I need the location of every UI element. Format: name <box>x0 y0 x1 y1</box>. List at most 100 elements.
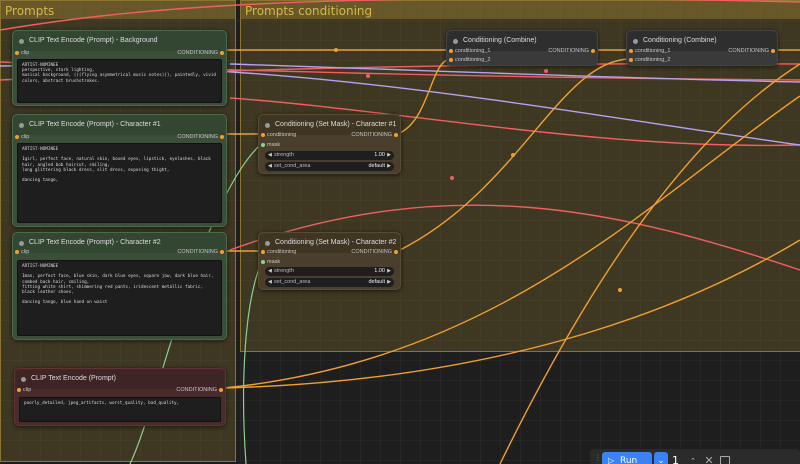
decrement-arrow-icon[interactable]: ◀ <box>268 151 272 160</box>
conditioning-output-label: CONDITIONING <box>177 134 218 140</box>
conditioning-output-pin[interactable] <box>771 49 775 53</box>
collapse-dot-icon[interactable] <box>265 123 270 128</box>
mask-wire <box>242 260 263 464</box>
conditioning-2-label: conditioning_2 <box>635 57 671 63</box>
mask-input-label: mask <box>267 259 281 265</box>
conditioning-output-pin[interactable] <box>220 135 224 139</box>
collapse-dot-icon[interactable] <box>633 39 638 44</box>
conditioning-1-input-pin[interactable] <box>449 49 453 53</box>
clip-input-pin[interactable] <box>15 51 19 55</box>
run-mode-dropdown[interactable]: ⌄ <box>654 452 668 464</box>
set-cond-area-label: set_cond_area <box>274 163 311 169</box>
reroute-dot <box>618 288 622 292</box>
stop-icon[interactable] <box>720 456 730 464</box>
reroute-dot <box>511 153 515 157</box>
node-clip-encode-character-1[interactable]: CLIP Text Encode (Prompt) - Character #1… <box>12 114 227 227</box>
set-cond-area-combo[interactable]: ◀ set_cond_area default ▶ <box>265 162 394 171</box>
node-set-mask-character-2[interactable]: Conditioning (Set Mask) - Character #2 c… <box>258 232 401 290</box>
next-arrow-icon[interactable]: ▶ <box>387 162 391 171</box>
run-button[interactable]: ▷ Run <box>602 452 652 464</box>
conditioning-output-pin[interactable] <box>394 133 398 137</box>
collapse-dot-icon[interactable] <box>19 39 24 44</box>
clip-input-label: clip <box>21 249 30 255</box>
strength-value: 1.00 <box>374 152 385 158</box>
node-canvas[interactable]: Prompts Prompts conditioning CLIP Text E… <box>0 0 800 464</box>
slot-row: clip CONDITIONING <box>13 132 226 142</box>
batch-stepper-icon[interactable]: ⌃ <box>690 452 700 464</box>
node-title: Conditioning (Combine) <box>643 37 717 44</box>
conditioning-output-pin[interactable] <box>220 51 224 55</box>
close-icon[interactable]: ✕ <box>702 452 716 464</box>
strength-label: strength <box>274 152 294 158</box>
clip-input-pin[interactable] <box>15 250 19 254</box>
node-title: CLIP Text Encode (Prompt) - Background <box>29 37 158 44</box>
slot-row: clip CONDITIONING <box>15 385 225 395</box>
clip-wire <box>0 0 800 31</box>
conditioning-output-label: CONDITIONING <box>177 50 218 56</box>
conditioning-output-pin[interactable] <box>394 250 398 254</box>
collapse-dot-icon[interactable] <box>453 39 458 44</box>
slot-row: mask <box>259 257 400 267</box>
collapse-dot-icon[interactable] <box>19 241 24 246</box>
set-cond-area-value: default <box>368 279 385 285</box>
conditioning-input-pin[interactable] <box>261 133 265 137</box>
conditioning-input-label: conditioning <box>267 249 297 255</box>
node-clip-encode-negative[interactable]: CLIP Text Encode (Prompt) clip CONDITION… <box>14 368 226 426</box>
collapse-dot-icon[interactable] <box>19 123 24 128</box>
prompt-textarea[interactable]: ARTIST-NOMINEE perspective, stark lighti… <box>17 59 222 103</box>
reroute-dot <box>450 176 454 180</box>
clip-input-pin[interactable] <box>15 135 19 139</box>
reroute-dot <box>544 69 548 73</box>
slot-row: conditioning CONDITIONING <box>259 130 400 140</box>
strength-widget[interactable]: ◀ strength 1.00 ▶ <box>265 151 394 160</box>
conditioning-output-pin[interactable] <box>220 250 224 254</box>
play-icon: ▷ <box>608 456 615 464</box>
node-conditioning-combine-1[interactable]: Conditioning (Combine) conditioning_1 CO… <box>446 30 598 66</box>
collapse-dot-icon[interactable] <box>21 377 26 382</box>
collapse-dot-icon[interactable] <box>265 241 270 246</box>
mask-input-pin[interactable] <box>261 143 265 147</box>
node-title: Conditioning (Set Mask) - Character #1 <box>275 121 397 128</box>
slot-row: clip CONDITIONING <box>13 247 226 257</box>
run-toolbar: ⋮⋮ ▷ Run ⌄ 1 ⌃ ✕ <box>590 449 800 464</box>
set-cond-area-label: set_cond_area <box>274 279 311 285</box>
clip-input-pin[interactable] <box>17 388 21 392</box>
conditioning-2-label: conditioning_2 <box>455 57 491 63</box>
conditioning-output-label: CONDITIONING <box>177 249 218 255</box>
slot-row: mask <box>259 140 400 150</box>
node-clip-encode-background[interactable]: CLIP Text Encode (Prompt) - Background c… <box>12 30 227 106</box>
node-title: CLIP Text Encode (Prompt) <box>31 375 116 382</box>
increment-arrow-icon[interactable]: ▶ <box>387 267 391 276</box>
strength-value: 1.00 <box>374 268 385 274</box>
decrement-arrow-icon[interactable]: ◀ <box>268 267 272 276</box>
prev-arrow-icon[interactable]: ◀ <box>268 278 272 287</box>
set-cond-area-combo[interactable]: ◀ set_cond_area default ▶ <box>265 278 394 287</box>
mask-input-pin[interactable] <box>261 260 265 264</box>
node-title: Conditioning (Set Mask) - Character #2 <box>275 239 397 246</box>
conditioning-2-input-pin[interactable] <box>449 58 453 62</box>
conditioning-1-input-pin[interactable] <box>629 49 633 53</box>
run-label: Run <box>620 456 638 464</box>
conditioning-output-pin[interactable] <box>219 388 223 392</box>
conditioning-input-pin[interactable] <box>261 250 265 254</box>
strength-widget[interactable]: ◀ strength 1.00 ▶ <box>265 267 394 276</box>
prompt-textarea[interactable]: poorly_detailed, jpeg_artifacts, worst_q… <box>19 397 221 422</box>
node-set-mask-character-1[interactable]: Conditioning (Set Mask) - Character #1 c… <box>258 114 401 174</box>
node-clip-encode-character-2[interactable]: CLIP Text Encode (Prompt) - Character #2… <box>12 232 227 340</box>
conditioning-output-pin[interactable] <box>591 49 595 53</box>
prev-arrow-icon[interactable]: ◀ <box>268 162 272 171</box>
slot-row: conditioning_2 <box>627 55 777 65</box>
strength-label: strength <box>274 268 294 274</box>
node-conditioning-combine-2[interactable]: Conditioning (Combine) conditioning_1 CO… <box>626 30 778 66</box>
next-arrow-icon[interactable]: ▶ <box>387 278 391 287</box>
set-cond-area-value: default <box>368 163 385 169</box>
prompt-textarea[interactable]: ARTIST-NOMINEE 1girl, perfect face, natu… <box>17 143 222 223</box>
slot-row: conditioning CONDITIONING <box>259 247 400 257</box>
clip-input-label: clip <box>21 134 30 140</box>
prompt-textarea[interactable]: ARTIST-NOMINEE 1man, perfect face, blue … <box>17 260 222 336</box>
node-title: CLIP Text Encode (Prompt) - Character #1 <box>29 121 161 128</box>
node-title: CLIP Text Encode (Prompt) - Character #2 <box>29 239 161 246</box>
clip-input-label: clip <box>21 50 30 56</box>
increment-arrow-icon[interactable]: ▶ <box>387 151 391 160</box>
conditioning-2-input-pin[interactable] <box>629 58 633 62</box>
